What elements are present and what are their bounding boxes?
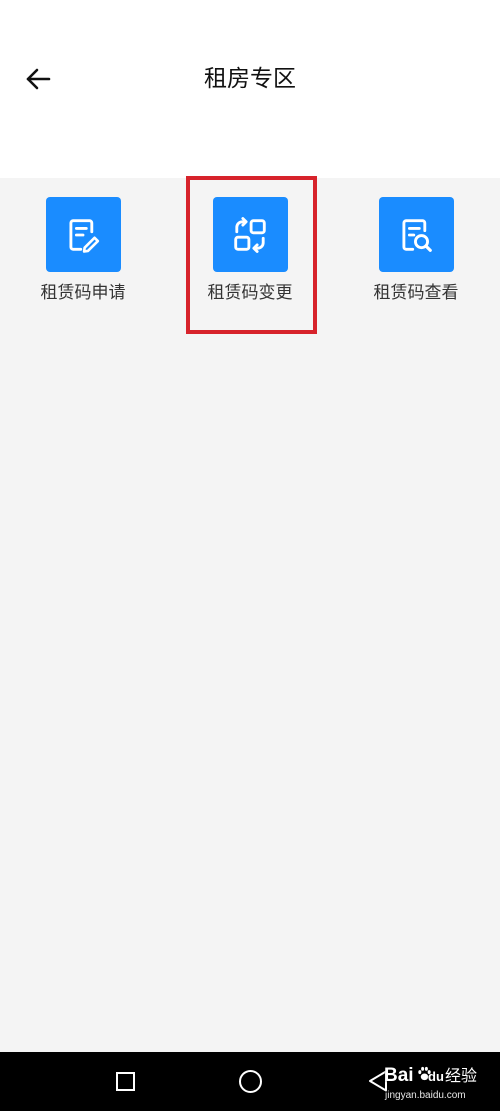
- nav-back-button[interactable]: [358, 1061, 398, 1101]
- document-edit-icon: [69, 218, 100, 253]
- circle-icon: [238, 1069, 262, 1093]
- swap-change-icon: [234, 216, 266, 253]
- app-header: 租房专区: [0, 0, 500, 178]
- service-item-change[interactable]: 租赁码变更: [167, 197, 333, 317]
- triangle-back-icon: [369, 1070, 387, 1092]
- page-title: 租房专区: [204, 66, 296, 92]
- service-label[interactable]: 租赁码申请: [0, 282, 166, 304]
- document-search-icon: [402, 218, 432, 252]
- square-icon: [115, 1071, 135, 1091]
- service-item-apply[interactable]: 租赁码申请: [0, 197, 166, 317]
- service-item-view[interactable]: 租赁码查看: [333, 197, 499, 317]
- nav-home-button[interactable]: [230, 1061, 270, 1101]
- content-area: 租赁码申请 租赁码变更 租赁码查看: [0, 178, 500, 1052]
- system-nav-bar: [0, 1052, 500, 1111]
- service-tile-view[interactable]: [378, 197, 454, 272]
- app-screen: 租房专区 租赁码申请 租赁码变更 租赁码查看 Bai du 经验 jingyan…: [0, 0, 500, 1111]
- service-label[interactable]: 租赁码查看: [333, 282, 499, 304]
- service-tile-apply[interactable]: [45, 197, 121, 272]
- service-tile-change[interactable]: [212, 197, 288, 272]
- service-label[interactable]: 租赁码变更: [167, 282, 333, 304]
- nav-recent-button[interactable]: [105, 1061, 145, 1101]
- service-grid: 租赁码申请 租赁码变更 租赁码查看: [0, 197, 500, 317]
